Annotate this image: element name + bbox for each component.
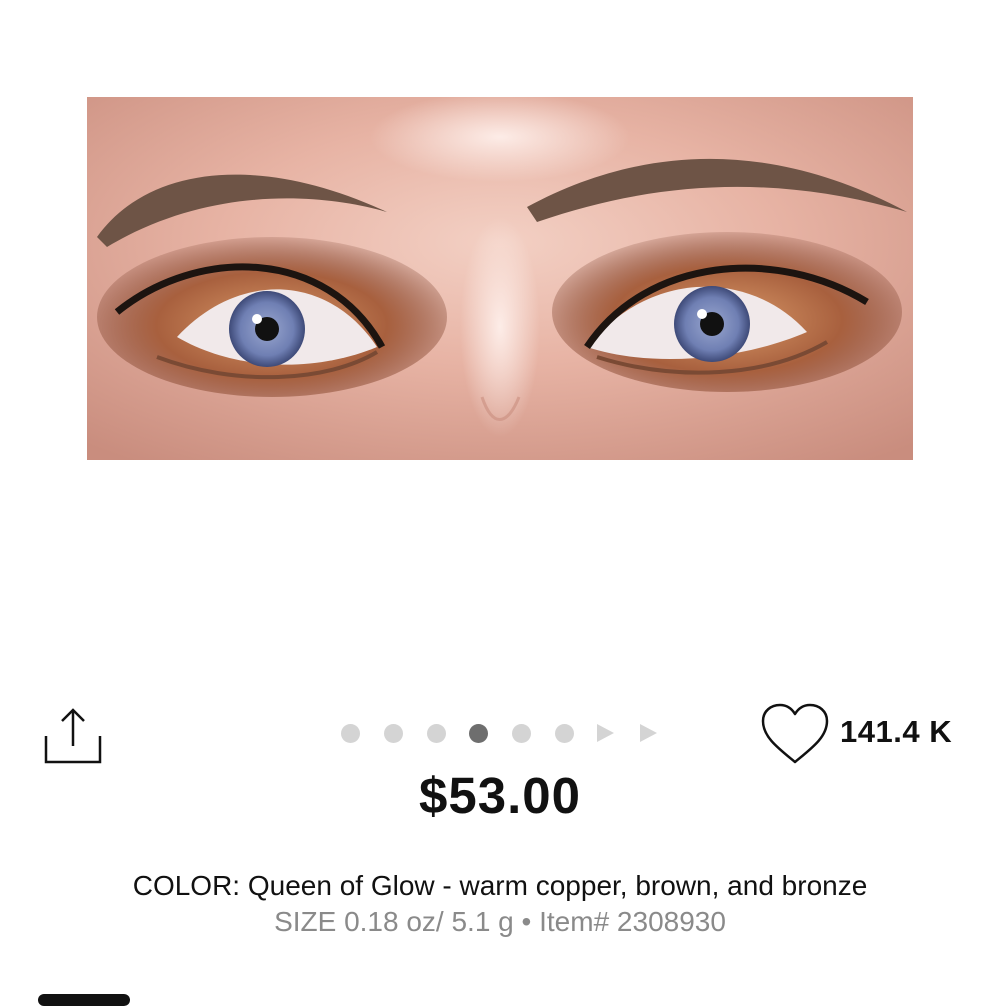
bottom-button-edge[interactable]: [38, 994, 130, 1006]
share-icon: [44, 708, 102, 764]
carousel-dot-2[interactable]: [384, 724, 403, 743]
product-size-item: SIZE 0.18 oz/ 5.1 g • Item# 2308930: [274, 906, 726, 937]
like-count: 141.4 K: [840, 714, 953, 749]
like-button[interactable]: [760, 702, 830, 766]
product-image[interactable]: [87, 97, 913, 460]
image-carousel-indicator: [338, 721, 668, 745]
carousel-dot-6[interactable]: [555, 724, 574, 743]
carousel-video-icon-2[interactable]: [640, 724, 657, 742]
carousel-dot-4-active[interactable]: [469, 724, 488, 743]
product-price: $53.00: [419, 767, 581, 824]
carousel-dot-3[interactable]: [427, 724, 446, 743]
carousel-video-icon-1[interactable]: [597, 724, 614, 742]
heart-icon: [761, 703, 829, 764]
carousel-dot-5[interactable]: [512, 724, 531, 743]
share-button[interactable]: [44, 706, 104, 766]
product-color: COLOR: Queen of Glow - warm copper, brow…: [132, 870, 868, 901]
eyes-photo: [87, 97, 913, 460]
carousel-dot-1[interactable]: [341, 724, 360, 743]
